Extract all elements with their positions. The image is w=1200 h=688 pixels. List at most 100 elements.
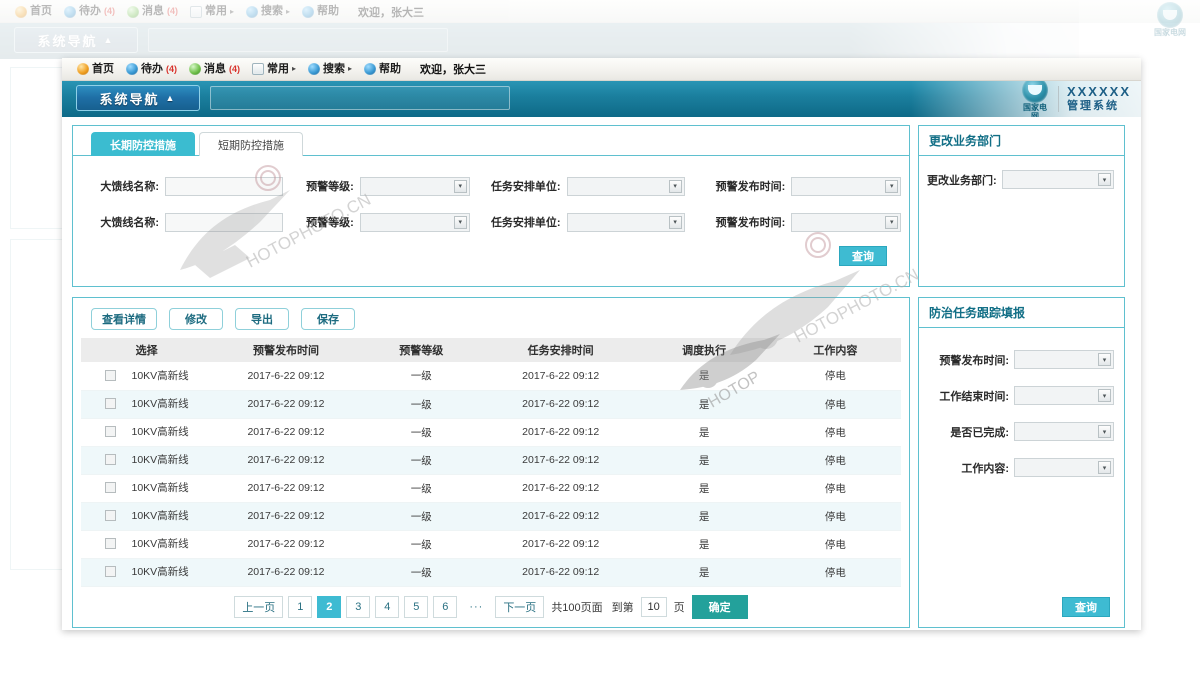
todo-icon	[64, 5, 76, 18]
pagination-ellipsis: ···	[469, 600, 484, 613]
pagination-confirm-button[interactable]: 确定	[691, 594, 748, 619]
level-select-2[interactable]: ▾	[359, 212, 470, 232]
row-checkbox[interactable]	[104, 482, 116, 493]
row-work-content: 停电	[769, 474, 901, 503]
pagination-next[interactable]: 下一页	[495, 595, 545, 618]
ghost-top-menu: 首页 待办 (4) 消息 (4) 常用 ▸ 搜索 ▸ 帮助 欢迎，张大三	[0, 0, 1200, 23]
menu-item-message[interactable]: 消息 (4)	[184, 63, 245, 75]
export-button[interactable]: 导出	[235, 308, 289, 330]
feeder-input-1[interactable]	[165, 176, 283, 196]
message-icon	[189, 63, 201, 75]
pagination-page-5[interactable]: 5	[404, 595, 429, 618]
track-query-button[interactable]: 查询	[1062, 597, 1110, 617]
pagination-goto-input[interactable]: 10	[640, 596, 667, 617]
row-checkbox[interactable]	[104, 369, 116, 381]
query-button[interactable]: 查询	[839, 246, 887, 266]
tab-long-term-measures[interactable]: 长期防控措施	[91, 132, 195, 156]
row-checkbox[interactable]	[104, 566, 116, 577]
publish-time-select-2[interactable]: ▾	[791, 212, 902, 232]
menu-item-todo[interactable]: 待办 (4)	[121, 63, 182, 75]
row-dispatch: 是	[638, 362, 770, 391]
tab-short-term-label: 短期防控措施	[218, 139, 284, 152]
view-detail-button[interactable]: 查看详情	[91, 308, 157, 330]
system-navigation-button[interactable]: 系统导航 ▲	[76, 85, 200, 111]
table-row[interactable]: 10KV高新线 2017-6-22 09:12 一级 2017-6-22 09:12 是…	[81, 446, 901, 475]
table-head: 选择 预警发布时间 预警等级 任务安排时间 调度执行 工作内容	[81, 338, 901, 362]
tab-short-term-measures[interactable]: 短期防控措施	[199, 132, 303, 156]
row-dispatch: 是	[638, 390, 770, 419]
unit-select-1[interactable]: ▾	[566, 176, 685, 196]
level-label-1: 预警等级:	[306, 181, 354, 193]
ghost-menu-msg-label: 消息	[142, 5, 164, 17]
row-select-cell: 10KV高新线	[81, 474, 213, 503]
track-panel-body: 预警发布时间: ▾ 工作结束时间: ▾ 是否已完成: ▾ 工作内容: ▾	[919, 328, 1124, 494]
track-end-time-label: 工作结束时间:	[939, 390, 1009, 403]
pagination-page-1[interactable]: 1	[288, 595, 313, 618]
track-completed-select[interactable]: ▾	[1014, 422, 1114, 441]
edit-button[interactable]: 修改	[169, 308, 223, 330]
feeder-input-2[interactable]	[165, 212, 283, 232]
menu-item-home[interactable]: 首页	[72, 63, 119, 75]
row-feeder-name: 10KV高新线	[131, 566, 189, 578]
table-row[interactable]: 10KV高新线 2017-6-22 09:12 一级 2017-6-22 09:12 是…	[81, 474, 901, 503]
table-row[interactable]: 10KV高新线 2017-6-22 09:12 一级 2017-6-22 09:12 是…	[81, 558, 901, 587]
chevron-down-icon: ▾	[885, 179, 899, 193]
row-arrange-time: 2017-6-22 09:12	[482, 558, 639, 587]
table-row[interactable]: 10KV高新线 2017-6-22 09:12 一级 2017-6-22 09:12 是…	[81, 418, 901, 447]
chevron-down-icon: ▾	[1098, 353, 1111, 366]
menu-item-help[interactable]: 帮助	[359, 63, 406, 75]
feeder-label-2: 大馈线名称:	[100, 217, 159, 229]
ghost-menu-help-label: 帮助	[317, 5, 340, 17]
left-column: 长期防控措施 短期防控措施 大馈线名称: 预警等级: ▾ 任务安排单位: ▾ 预…	[72, 125, 910, 630]
help-icon	[364, 63, 377, 75]
row-checkbox[interactable]	[104, 426, 116, 437]
row-select-cell: 10KV高新线	[81, 418, 213, 447]
pagination-page-6[interactable]: 6	[433, 595, 458, 618]
level-select-1[interactable]: ▾	[359, 176, 470, 196]
row-work-content: 停电	[769, 530, 901, 559]
save-button[interactable]: 保存	[301, 308, 355, 330]
dept-select[interactable]: ▾	[1001, 170, 1114, 189]
screenshot-stage: 系统导航 ▲ 上一页 1 2 3 4 5	[0, 0, 1200, 688]
track-end-time-select[interactable]: ▾	[1014, 386, 1114, 405]
row-publish-time: 2017-6-22 09:12	[212, 474, 360, 503]
row-checkbox[interactable]	[104, 538, 116, 549]
pagination-page-3[interactable]: 3	[346, 595, 371, 618]
row-checkbox[interactable]	[104, 398, 116, 409]
row-dispatch: 是	[638, 446, 770, 475]
row-select-cell: 10KV高新线	[81, 502, 213, 531]
ghost-menu-help: 帮助	[297, 5, 344, 18]
menu-item-common[interactable]: 常用 ▸	[247, 63, 301, 75]
pagination-page-2[interactable]: 2	[317, 595, 342, 618]
table-row[interactable]: 10KV高新线 2017-6-22 09:12 一级 2017-6-22 09:12 是…	[81, 502, 901, 531]
table-row[interactable]: 10KV高新线 2017-6-22 09:12 一级 2017-6-22 09:12 是…	[81, 530, 901, 559]
ghost-nav-button: 系统导航 ▲	[14, 27, 138, 53]
row-arrange-time: 2017-6-22 09:12	[482, 474, 639, 503]
row-checkbox[interactable]	[104, 454, 116, 465]
publish-time-select-1[interactable]: ▾	[791, 176, 902, 196]
row-select-cell: 10KV高新线	[81, 390, 213, 419]
row-dispatch: 是	[638, 558, 770, 587]
row-checkbox[interactable]	[104, 510, 116, 521]
track-publish-time-select[interactable]: ▾	[1014, 350, 1114, 369]
row-select-cell: 10KV高新线	[81, 530, 213, 559]
system-navigation-label: 系统导航	[99, 91, 160, 107]
row-dispatch: 是	[638, 418, 770, 447]
chevron-down-icon: ▾	[668, 179, 682, 193]
row-dispatch: 是	[638, 502, 770, 531]
pagination-prev[interactable]: 上一页	[234, 595, 284, 618]
unit-select-2[interactable]: ▾	[566, 212, 685, 232]
menu-item-search[interactable]: 搜索 ▸	[303, 63, 357, 75]
row-work-content: 停电	[769, 502, 901, 531]
chevron-down-icon: ▾	[1098, 389, 1111, 402]
table-row[interactable]: 10KV高新线 2017-6-22 09:12 一级 2017-6-22 09:12 是…	[81, 362, 901, 391]
pagination-page-4[interactable]: 4	[375, 595, 400, 618]
track-work-content-select[interactable]: ▾	[1014, 458, 1114, 477]
search-panel: 长期防控措施 短期防控措施 大馈线名称: 预警等级: ▾ 任务安排单位: ▾ 预…	[72, 125, 910, 287]
row-publish-time: 2017-6-22 09:12	[212, 446, 360, 475]
row-dispatch: 是	[638, 474, 770, 503]
table-row[interactable]: 10KV高新线 2017-6-22 09:12 一级 2017-6-22 09:12 是…	[81, 390, 901, 419]
chevron-right-icon: ▸	[230, 6, 235, 16]
app-window: 首页 待办 (4) 消息 (4) 常用 ▸ 搜索 ▸ 帮助 欢迎，张大三 系统导…	[62, 58, 1141, 630]
navigation-tray[interactable]	[210, 86, 510, 110]
